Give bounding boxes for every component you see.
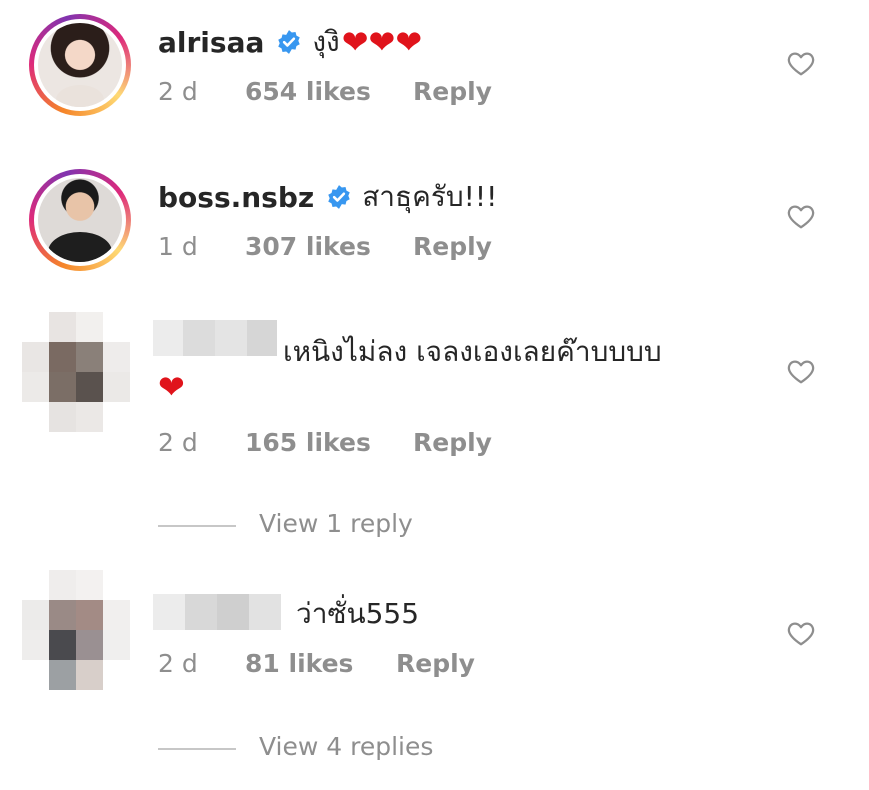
likes-count[interactable]: 165 likes xyxy=(245,428,371,457)
comment-time[interactable]: 1 d xyxy=(158,232,198,261)
view-replies-label: View 4 replies xyxy=(259,732,434,761)
heart-outline-icon[interactable] xyxy=(786,356,816,386)
replies-divider xyxy=(158,525,236,527)
avatar-photo xyxy=(38,178,122,262)
username-blurred[interactable] xyxy=(153,594,281,630)
heart-emoji: ❤ xyxy=(158,368,185,406)
reply-button[interactable]: Reply xyxy=(396,649,475,678)
comment-time[interactable]: 2 d xyxy=(158,428,198,457)
heart-outline-icon[interactable] xyxy=(786,201,816,231)
likes-count[interactable]: 654 likes xyxy=(245,77,371,106)
comment-text: ว่าซั่น555 xyxy=(296,597,420,630)
avatar[interactable] xyxy=(29,14,131,116)
likes-count[interactable]: 81 likes xyxy=(245,649,353,678)
heart-outline-icon[interactable] xyxy=(786,618,816,648)
username-blurred[interactable] xyxy=(153,320,277,356)
comment-text: งุงิ xyxy=(312,25,340,58)
avatar[interactable] xyxy=(29,169,131,271)
likes-count[interactable]: 307 likes xyxy=(245,232,371,261)
reply-button[interactable]: Reply xyxy=(413,77,492,106)
reply-button[interactable]: Reply xyxy=(413,428,492,457)
avatar-blurred[interactable] xyxy=(22,312,130,432)
comment-time[interactable]: 2 d xyxy=(158,77,198,106)
username[interactable]: boss.nsbz xyxy=(158,181,314,214)
view-replies-label: View 1 reply xyxy=(259,509,413,538)
heart-emoji: ❤❤❤ xyxy=(341,23,423,61)
avatar-photo xyxy=(38,23,122,107)
heart-outline-icon[interactable] xyxy=(786,48,816,78)
verified-badge-icon xyxy=(328,185,350,209)
comment-text: สาธุครับ!!! xyxy=(362,180,498,213)
username[interactable]: alrisaa xyxy=(158,26,264,59)
reply-button[interactable]: Reply xyxy=(413,232,492,261)
comment-text: เหนิงไม่ลง เจลงเองเลยค๊าบบบบ xyxy=(283,335,662,368)
verified-badge-icon xyxy=(278,30,301,54)
comment-time[interactable]: 2 d xyxy=(158,649,198,678)
avatar-blurred[interactable] xyxy=(22,570,130,690)
replies-divider xyxy=(158,748,236,750)
